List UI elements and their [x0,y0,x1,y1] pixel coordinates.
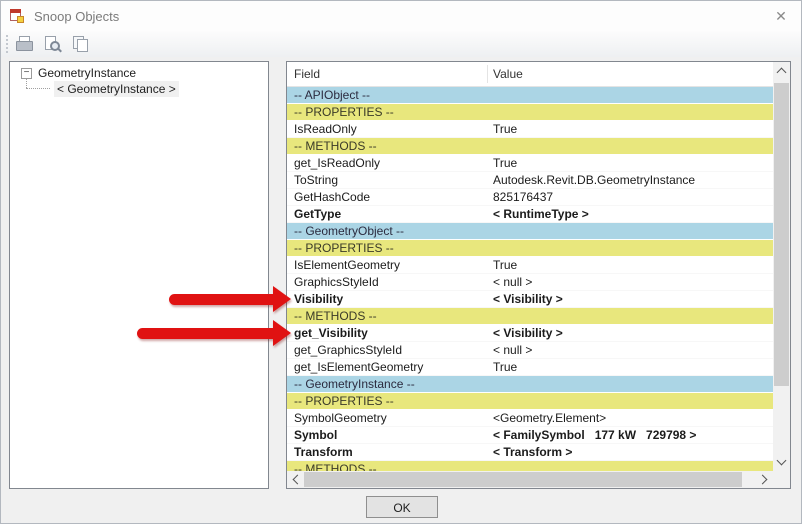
field-cell: GraphicsStyleId [294,274,379,291]
vertical-scrollbar[interactable] [773,62,790,471]
print-preview-button[interactable] [41,33,63,55]
window-title: Snoop Objects [34,9,119,24]
table-row[interactable]: -- PROPERTIES -- [287,393,773,410]
scroll-down-button[interactable] [773,454,790,471]
collapse-icon[interactable]: − [21,68,32,79]
table-row[interactable]: -- APIObject -- [287,87,773,104]
table-row[interactable]: -- METHODS -- [287,138,773,155]
table-row[interactable]: get_Visibility < Visibility > [287,325,773,342]
field-cell: -- GeometryObject -- [294,223,404,240]
field-cell: Transform [294,444,353,461]
field-value-list: Field Value -- APIObject -- -- PROPERTIE… [286,61,791,489]
annotation-arrow-visibility [169,286,291,313]
value-cell: < FamilySymbol 177 kW 729798 > [493,427,696,444]
title-bar: Snoop Objects ✕ [1,1,801,31]
field-cell: ToString [294,172,338,189]
table-row[interactable]: Symbol < FamilySymbol 177 kW 729798 > [287,427,773,444]
toolbar [1,31,801,57]
field-cell: -- METHODS -- [294,138,377,155]
tree-connector [26,79,27,88]
field-cell: GetHashCode [294,189,370,206]
field-cell: Visibility [294,291,343,308]
field-cell: -- PROPERTIES -- [294,104,394,121]
value-cell: True [493,155,517,172]
column-header-value[interactable]: Value [493,67,523,81]
field-cell: -- METHODS -- [294,461,377,471]
value-cell: < Visibility > [493,291,563,308]
table-row[interactable]: IsReadOnly True [287,121,773,138]
table-row[interactable]: -- GeometryInstance -- [287,376,773,393]
field-cell: GetType [294,206,341,223]
value-cell: <Geometry.Element> [493,410,606,427]
value-cell: True [493,121,517,138]
toolbar-grip[interactable] [6,35,8,53]
table-row[interactable]: -- METHODS -- [287,308,773,325]
table-row[interactable]: Visibility < Visibility > [287,291,773,308]
snoop-objects-dialog: Snoop Objects ✕ − GeometryInstance < Geo… [0,0,802,524]
close-icon[interactable]: ✕ [769,6,793,26]
table-row[interactable]: -- PROPERTIES -- [287,240,773,257]
list-header: Field Value [287,62,773,87]
form-icon [10,8,26,24]
horizontal-scrollbar-thumb[interactable] [304,472,742,487]
field-cell: get_Visibility [294,325,368,342]
ok-button[interactable]: OK [366,496,438,518]
table-row[interactable]: -- PROPERTIES -- [287,104,773,121]
table-row[interactable]: GetType < RuntimeType > [287,206,773,223]
value-cell: < Visibility > [493,325,563,342]
table-row[interactable]: GetHashCode 825176437 [287,189,773,206]
value-cell: Autodesk.Revit.DB.GeometryInstance [493,172,695,189]
value-cell: < null > [493,274,532,291]
field-cell: get_GraphicsStyleId [294,342,402,359]
arrow-head-icon [273,320,291,346]
table-row[interactable]: Transform < Transform > [287,444,773,461]
field-cell: SymbolGeometry [294,410,387,427]
table-row[interactable]: get_IsReadOnly True [287,155,773,172]
vertical-scrollbar-thumb[interactable] [774,83,789,386]
value-cell: 825176437 [493,189,553,206]
tree-node-root[interactable]: GeometryInstance [38,65,136,81]
field-cell: IsReadOnly [294,121,357,138]
value-cell: < Transform > [493,444,572,461]
table-row[interactable]: get_IsElementGeometry True [287,359,773,376]
value-cell: < null > [493,342,532,359]
scroll-up-button[interactable] [773,62,790,79]
tree-connector [26,88,50,89]
scroll-right-button[interactable] [756,471,773,488]
table-row[interactable]: -- GeometryObject -- [287,223,773,240]
column-header-field[interactable]: Field [294,67,320,81]
tree-node-child[interactable]: < GeometryInstance > [54,81,179,97]
scroll-left-button[interactable] [287,471,304,488]
value-cell: < RuntimeType > [493,206,589,223]
field-cell: -- METHODS -- [294,308,377,325]
field-value-table-body: -- APIObject -- -- PROPERTIES -- IsReadO… [287,87,773,471]
value-cell: True [493,359,517,376]
field-cell: -- GeometryInstance -- [294,376,415,393]
field-cell: -- APIObject -- [294,87,370,104]
table-row[interactable]: ToString Autodesk.Revit.DB.GeometryInsta… [287,172,773,189]
field-cell: IsElementGeometry [294,257,400,274]
chevron-down-icon [777,456,787,466]
value-cell: True [493,257,517,274]
horizontal-scrollbar[interactable] [287,471,790,488]
print-button[interactable] [13,33,35,55]
table-row[interactable]: get_GraphicsStyleId < null > [287,342,773,359]
chevron-left-icon [293,475,303,485]
field-cell: -- PROPERTIES -- [294,240,394,257]
field-cell: get_IsElementGeometry [294,359,423,376]
table-row[interactable]: -- METHODS -- [287,461,773,471]
chevron-right-icon [758,475,768,485]
field-cell: Symbol [294,427,337,444]
table-row[interactable]: IsElementGeometry True [287,257,773,274]
table-row[interactable]: GraphicsStyleId < null > [287,274,773,291]
object-tree: − GeometryInstance < GeometryInstance > [9,61,269,489]
annotation-arrow-get-visibility [137,320,291,347]
field-cell: get_IsReadOnly [294,155,380,172]
copy-button[interactable] [69,33,91,55]
table-row[interactable]: SymbolGeometry <Geometry.Element> [287,410,773,427]
chevron-up-icon [777,68,787,78]
field-cell: -- PROPERTIES -- [294,393,394,410]
arrow-head-icon [273,286,291,312]
column-separator[interactable] [487,65,488,83]
